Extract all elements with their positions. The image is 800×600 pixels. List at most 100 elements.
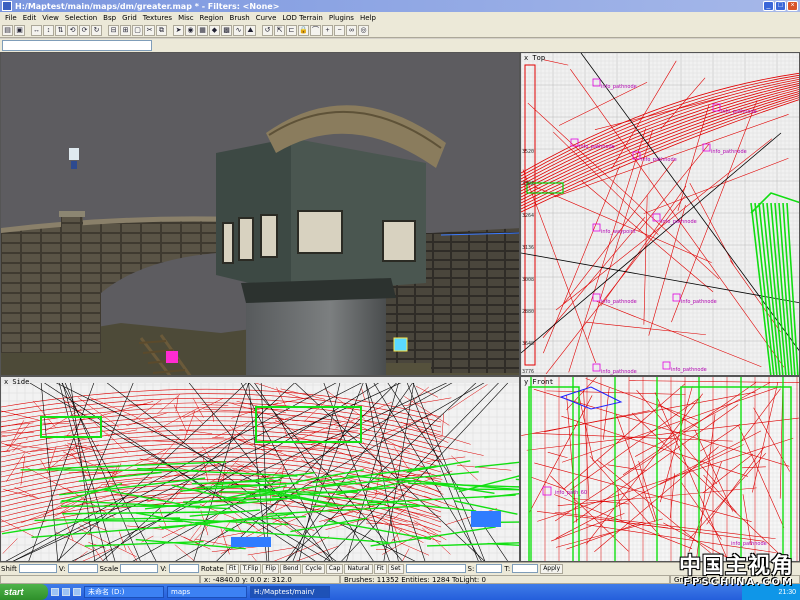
menu-file[interactable]: File	[2, 14, 20, 22]
grid-coordinate-label: 3776	[522, 369, 534, 375]
left-stone-pillar	[61, 213, 83, 353]
patch-drill-icon[interactable]: ◎	[358, 24, 369, 36]
wireframe-edge	[451, 455, 479, 481]
menu-bsp[interactable]: Bsp	[100, 14, 119, 22]
wireframe-edge	[702, 453, 754, 494]
surface-natural-button[interactable]: Natural	[344, 563, 373, 574]
entity-name-label: info_pathnode	[671, 367, 707, 373]
menu-brush[interactable]: Brush	[227, 14, 253, 22]
cap-icon[interactable]: ⊏	[286, 24, 297, 36]
scale-v-field[interactable]	[168, 564, 199, 573]
terrain-icon[interactable]: ⛰	[245, 24, 256, 36]
lock-icon[interactable]: 🔒	[298, 24, 309, 36]
s-field[interactable]	[476, 564, 503, 573]
close-button[interactable]: ×	[787, 1, 798, 11]
task-button-maps[interactable]: maps	[167, 586, 247, 598]
quicklaunch-media-icon[interactable]	[73, 588, 81, 596]
patch-weld-icon[interactable]: ∞	[346, 24, 357, 36]
camera-viewport[interactable]	[0, 52, 520, 376]
wireframe-edge	[742, 466, 766, 469]
patch-icon[interactable]: ▩	[221, 24, 232, 36]
task-button-radiant[interactable]: H:/Maptest/main/	[250, 586, 330, 598]
texture-icon[interactable]: ▦	[197, 24, 208, 36]
menu-edit[interactable]: Edit	[20, 14, 40, 22]
select-icon[interactable]: ➤	[173, 24, 184, 36]
surface-value-field[interactable]	[405, 564, 466, 573]
change-view-icon[interactable]: ⧉	[156, 24, 167, 36]
menu-region[interactable]: Region	[197, 14, 227, 22]
surface-cap-button[interactable]: Cap	[325, 563, 344, 574]
apply-button[interactable]: Apply	[540, 563, 564, 574]
flip-z-icon[interactable]: ⇅	[55, 24, 66, 36]
menu-plugins[interactable]: Plugins	[326, 14, 357, 22]
title-bar: H:/Maptest/main/maps/dm/greater.map * - …	[0, 0, 800, 12]
shift-v-field[interactable]	[67, 564, 98, 573]
open-icon[interactable]: ▤	[2, 24, 13, 36]
scale-h-field[interactable]	[120, 564, 159, 573]
patch-insert-icon[interactable]: +	[322, 24, 333, 36]
entity-name-label: info_pathnode	[731, 541, 767, 547]
menu-help[interactable]: Help	[357, 14, 379, 22]
surface-fit-button[interactable]: Fit	[373, 563, 387, 574]
menu-view[interactable]: View	[39, 14, 62, 22]
camera-icon[interactable]: ◉	[185, 24, 196, 36]
entity-icon[interactable]: ◆	[209, 24, 220, 36]
wireframe-edge	[441, 413, 444, 438]
front-ortho-viewport[interactable]: x Side	[0, 376, 520, 562]
flip-y-icon[interactable]: ↕	[43, 24, 54, 36]
surface-cycle-button[interactable]: Cycle	[302, 563, 325, 574]
menu-grid[interactable]: Grid	[119, 14, 140, 22]
surface-set-button[interactable]: Set	[387, 563, 404, 574]
rotate-z-icon[interactable]: ↻	[91, 24, 102, 36]
task-button-local-disk[interactable]: 未命名 (D:)	[84, 586, 164, 598]
front-wireframe	[1, 377, 519, 561]
selected-brush	[231, 537, 271, 547]
command-input[interactable]	[2, 40, 152, 51]
t-field[interactable]	[512, 564, 539, 573]
entity-marker-model[interactable]	[69, 148, 79, 160]
wireframe-edge	[174, 544, 195, 561]
wireframe-edge	[118, 531, 127, 551]
rotate-y-icon[interactable]: ⟳	[79, 24, 90, 36]
rotate-label: Rotate	[200, 564, 224, 573]
menu-lod-terrain[interactable]: LOD Terrain	[279, 14, 325, 22]
clipper-icon[interactable]: ✂	[144, 24, 155, 36]
quicklaunch-desktop-icon[interactable]	[62, 588, 70, 596]
csg-subtract-icon[interactable]: ⊟	[108, 24, 119, 36]
rotate-mode-icon[interactable]: ↺	[262, 24, 273, 36]
flip-x-icon[interactable]: ↔	[31, 24, 42, 36]
csg-merge-icon[interactable]: ⊞	[120, 24, 131, 36]
hollow-icon[interactable]: ▢	[132, 24, 143, 36]
start-button[interactable]: start	[0, 584, 48, 600]
maximize-button[interactable]: □	[775, 1, 786, 11]
surface-flip-button[interactable]: Flip	[262, 563, 279, 574]
entity-name-label: info_pathnode	[641, 157, 677, 163]
save-icon[interactable]: ▣	[14, 24, 25, 36]
quicklaunch-ie-icon[interactable]	[51, 588, 59, 596]
wireframe-edge	[566, 394, 577, 523]
menu-selection[interactable]: Selection	[62, 14, 100, 22]
wireframe-edge	[402, 548, 410, 561]
status-brush-count: Brushes: 11352 Entities: 1284 ToLight: 0	[340, 574, 670, 584]
menu-curve[interactable]: Curve	[253, 14, 280, 22]
top-ortho-viewport[interactable]: 3520 3392 3264 3136 3008 2880 3648 3776 info_pat…	[520, 52, 800, 376]
shift-h-field[interactable]	[18, 564, 57, 573]
surface-tflip-button[interactable]: T.Flip	[239, 563, 262, 574]
side-ortho-viewport[interactable]: info_path_60 info_pathnode y Front	[520, 376, 800, 562]
surface-buttons: Fit T.Flip Flip Bend Cycle Cap Natural Fit Set	[225, 563, 404, 574]
wireframe-edge	[546, 390, 686, 395]
patch-delete-icon[interactable]: −	[334, 24, 345, 36]
surface-fit-button[interactable]: Fit	[225, 563, 239, 574]
scale-mode-icon[interactable]: ⇱	[274, 24, 285, 36]
vertical-edge	[184, 377, 331, 561]
minimize-button[interactable]: _	[763, 1, 774, 11]
rotate-x-icon[interactable]: ⟲	[67, 24, 78, 36]
surface-bend-button[interactable]: Bend	[279, 563, 302, 574]
entity-box-cyan[interactable]	[393, 337, 408, 352]
menu-textures[interactable]: Textures	[140, 14, 175, 22]
entity-box-magenta[interactable]	[166, 351, 178, 363]
wireframe-edge	[530, 476, 566, 490]
patch-bend-icon[interactable]: ⌒	[310, 24, 321, 36]
menu-misc[interactable]: Misc	[175, 14, 196, 22]
curve-icon[interactable]: ∿	[233, 24, 244, 36]
